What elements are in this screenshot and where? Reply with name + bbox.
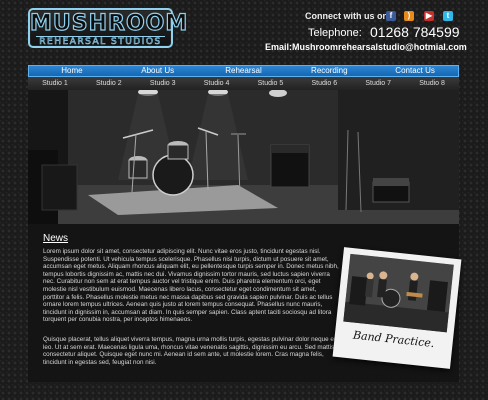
nav-item-about-us[interactable]: About Us [115,66,201,76]
studio-link-3[interactable]: Studio 3 [136,77,190,90]
band-photo-illustration [343,253,454,333]
facebook-icon[interactable]: f [386,11,396,21]
studio-link-5[interactable]: Studio 5 [244,77,298,90]
studio-nav: Studio 1 Studio 2 Studio 3 Studio 4 Stud… [28,77,459,90]
studio-link-8[interactable]: Studio 8 [405,77,459,90]
studio-link-4[interactable]: Studio 4 [190,77,244,90]
nav-item-home[interactable]: Home [29,66,115,76]
telephone-number: 01268 784599 [370,24,460,40]
news-heading: News [43,233,69,244]
studio-link-1[interactable]: Studio 1 [28,77,82,90]
telephone-label: Telephone: [308,27,362,39]
email-address[interactable]: Email:Mushroomrehearsalstudio@hotmial.co… [265,42,467,52]
studio-hero-image [28,90,459,224]
logo-subtitle: REHEARSAL STUDIOS [36,36,165,47]
rss-icon[interactable]: ) [404,11,414,21]
nav-item-contact-us[interactable]: Contact Us [372,66,458,76]
main-nav: Home About Us Rehearsal Recording Contac… [28,65,459,77]
band-practice-photo [343,253,454,333]
studio-link-7[interactable]: Studio 7 [351,77,405,90]
studio-link-2[interactable]: Studio 2 [82,77,136,90]
nav-item-rehearsal[interactable]: Rehearsal [201,66,287,76]
news-paragraph: Quisque placerat, tellus aliquet viverra… [43,336,338,366]
logo-title: MUSHROOM [29,10,189,36]
nav-item-recording[interactable]: Recording [286,66,372,76]
connect-label: Connect with us on: [305,11,391,21]
twitter-icon[interactable]: t [443,11,453,21]
news-paragraph: Lorem ipsum dolor sit amet, consectetur … [43,248,339,324]
band-practice-polaroid: Band Practice. [332,247,462,369]
youtube-icon[interactable]: ▶ [424,11,434,21]
studio-photo-illustration [28,90,459,224]
site-logo[interactable]: MUSHROOM REHEARSAL STUDIOS [28,8,189,48]
studio-link-6[interactable]: Studio 6 [297,77,351,90]
